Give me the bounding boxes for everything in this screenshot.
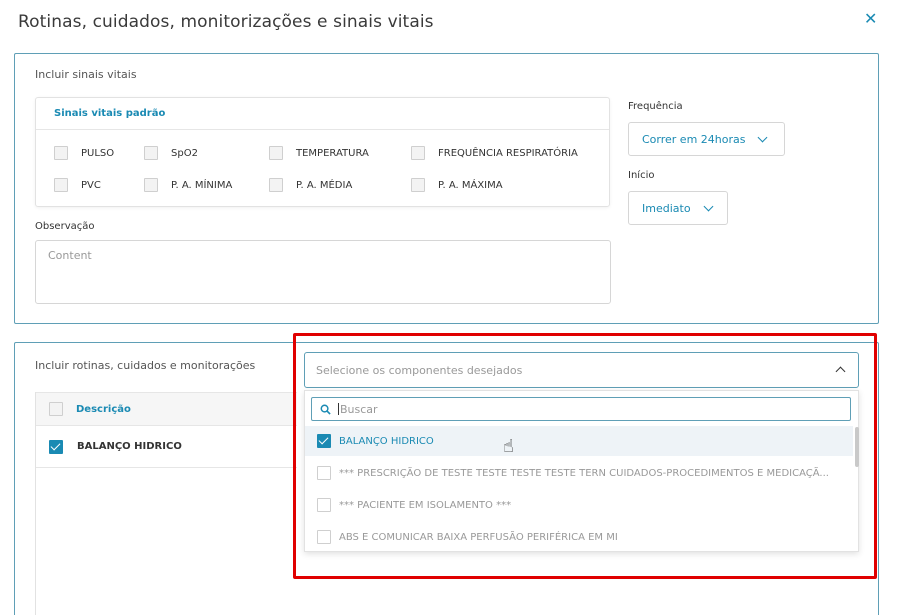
checkbox-icon [269, 178, 283, 192]
checkbox-icon [317, 498, 331, 512]
routines-table: Descrição BALANÇO HIDRICO [35, 392, 297, 615]
vitals-card-header: Sinais vitais padrão [36, 98, 609, 130]
frequency-label: Frequência [628, 101, 683, 112]
frequency-value: Correr em 24horas [642, 132, 746, 146]
dropdown-option[interactable]: ABS E COMUNICAR BAIXA PERFUSÃO PERIFÉRIC… [305, 522, 853, 552]
option-label: *** PRESCRIÇÃO DE TESTE TESTE TESTE TEST… [339, 467, 829, 479]
vital-checkbox-frequencia-respiratoria[interactable]: FREQUÊNCIA RESPIRATÓRIA [411, 146, 578, 160]
vitals-card: Sinais vitais padrão PULSO SpO2 TEMPERAT… [35, 97, 610, 207]
vital-label: SpO2 [171, 147, 198, 159]
dropdown-option[interactable]: *** PRESCRIÇÃO DE TESTE TESTE TESTE TEST… [305, 458, 853, 488]
observation-textarea[interactable]: Content [35, 240, 611, 304]
vital-label: PULSO [81, 147, 115, 159]
column-header-descricao: Descrição [76, 403, 131, 415]
checkbox-icon [411, 146, 425, 160]
vital-checkbox-temperatura[interactable]: TEMPERATURA [269, 146, 369, 160]
vital-checkbox-pa-minima[interactable]: P. A. MÍNIMA [144, 178, 232, 192]
vital-checkbox-pvc[interactable]: PVC [54, 178, 101, 192]
vital-label: P. A. MÉDIA [296, 179, 353, 191]
vital-label: P. A. MÍNIMA [171, 179, 233, 191]
checkbox-icon [317, 466, 331, 480]
frequency-select[interactable]: Correr em 24horas [628, 122, 785, 156]
table-row[interactable]: BALANÇO HIDRICO [36, 426, 297, 468]
checkbox-icon [54, 178, 68, 192]
vital-label: PVC [81, 179, 101, 191]
start-value: Imediato [642, 201, 691, 215]
observation-label: Observação [35, 221, 95, 232]
text-caret [338, 403, 339, 415]
option-label: *** PACIENTE EM ISOLAMENTO *** [339, 499, 512, 511]
dropdown-option[interactable]: *** PACIENTE EM ISOLAMENTO *** [305, 490, 853, 520]
checkbox-checked-icon [317, 434, 331, 448]
modal-title: Rotinas, cuidados, monitorizações e sina… [18, 12, 434, 32]
vitals-panel: Incluir sinais vitais Sinais vitais padr… [14, 53, 879, 324]
table-header: Descrição [36, 392, 297, 426]
vital-checkbox-pa-maxima[interactable]: P. A. MÁXIMA [411, 178, 503, 192]
checkbox-checked-icon[interactable] [49, 439, 63, 454]
chevron-down-icon [758, 132, 768, 142]
select-all-checkbox[interactable] [49, 402, 63, 416]
checkbox-icon [269, 146, 283, 160]
checkbox-icon [317, 530, 331, 544]
hand-pointer-icon: ☝ [503, 436, 514, 457]
row-label: BALANÇO HIDRICO [77, 441, 182, 452]
vital-label: P. A. MÁXIMA [438, 179, 503, 191]
close-icon[interactable]: ✕ [864, 9, 877, 28]
chevron-down-icon [703, 201, 714, 211]
vitals-section-title: Incluir sinais vitais [35, 68, 137, 81]
vital-label: FREQUÊNCIA RESPIRATÓRIA [438, 147, 578, 159]
checkbox-icon [411, 178, 425, 192]
dropdown-scrollbar[interactable] [855, 427, 859, 467]
checkbox-icon [144, 178, 158, 192]
chevron-up-icon [835, 366, 846, 377]
routines-section-title: Incluir rotinas, cuidados e monitorações [35, 359, 256, 372]
vital-checkbox-pulso[interactable]: PULSO [54, 146, 114, 160]
components-multiselect[interactable]: Selecione os componentes desejados [304, 352, 859, 388]
start-select[interactable]: Imediato [628, 191, 728, 225]
option-label: ABS E COMUNICAR BAIXA PERFUSÃO PERIFÉRIC… [339, 531, 618, 543]
search-placeholder: Buscar [340, 402, 378, 416]
start-label: Início [628, 170, 655, 181]
option-label: BALANÇO HIDRICO [339, 435, 434, 447]
search-input[interactable]: Buscar [311, 397, 851, 421]
components-dropdown: Buscar BALANÇO HIDRICO *** PRESCRIÇÃO DE… [304, 390, 859, 552]
multiselect-placeholder: Selecione os componentes desejados [316, 363, 523, 377]
search-icon [320, 404, 331, 415]
vital-label: TEMPERATURA [296, 147, 369, 159]
checkbox-icon [54, 146, 68, 160]
vital-checkbox-spo2[interactable]: SpO2 [144, 146, 198, 160]
vital-checkbox-pa-media[interactable]: P. A. MÉDIA [269, 178, 352, 192]
checkbox-icon [144, 146, 158, 160]
dropdown-option[interactable]: BALANÇO HIDRICO [305, 426, 853, 456]
